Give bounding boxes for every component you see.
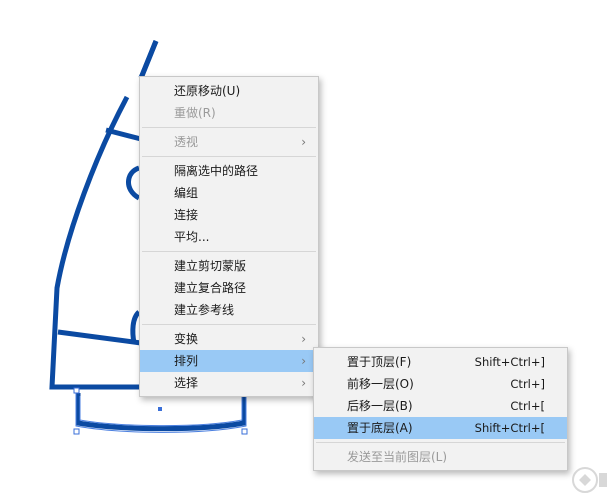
menu-item-make-guides[interactable]: 建立参考线: [140, 299, 318, 321]
menu-item-group[interactable]: 编组: [140, 182, 318, 204]
menu-item-label: 置于顶层(F): [347, 355, 412, 369]
chevron-right-icon: ›: [301, 135, 306, 149]
menu-item-label: 变换: [174, 332, 199, 346]
watermark-logo-icon: [572, 467, 607, 493]
menu-item-label: 后移一层(B): [347, 399, 413, 413]
menu-item-label: 建立复合路径: [174, 281, 247, 295]
menu-item-undo-move[interactable]: 还原移动(U): [140, 80, 318, 102]
menu-item-label: 发送至当前图层(L): [347, 450, 448, 464]
menu-item-label: 建立剪切蒙版: [174, 259, 247, 273]
menu-item-perspective: 透视 ›: [140, 131, 318, 153]
menu-separator: [142, 251, 316, 252]
rocket-band-lower: [57, 329, 142, 346]
menu-item-transform[interactable]: 变换 ›: [140, 328, 318, 350]
center-point: [158, 407, 162, 411]
menu-item-label: 编组: [174, 186, 199, 200]
anchor-point[interactable]: [73, 387, 80, 394]
menu-item-average[interactable]: 平均...: [140, 226, 318, 248]
menu-item-label: 排列: [174, 354, 199, 368]
submenu-item-bring-to-front[interactable]: 置于顶层(F) Shift+Ctrl+]: [314, 351, 567, 373]
menu-item-shortcut: Ctrl+[: [510, 399, 545, 413]
menu-item-label: 前移一层(O): [347, 377, 414, 391]
menu-separator: [142, 127, 316, 128]
menu-item-label: 建立参考线: [174, 303, 235, 317]
menu-item-label: 还原移动(U): [174, 84, 241, 98]
chevron-right-icon: ›: [301, 354, 306, 368]
menu-item-label: 隔离选中的路径: [174, 164, 259, 178]
chevron-right-icon: ›: [301, 332, 306, 346]
menu-item-label: 平均...: [174, 230, 210, 244]
menu-item-label: 选择: [174, 376, 199, 390]
menu-item-label: 连接: [174, 208, 199, 222]
submenu-item-send-to-back[interactable]: 置于底层(A) Shift+Ctrl+[: [314, 417, 567, 439]
rocket-band-top: [138, 40, 159, 79]
anchor-point[interactable]: [73, 428, 80, 435]
menu-separator: [142, 156, 316, 157]
menu-item-shortcut: Shift+Ctrl+[: [474, 421, 545, 435]
arrange-submenu: 置于顶层(F) Shift+Ctrl+] 前移一层(O) Ctrl+] 后移一层…: [313, 347, 568, 471]
submenu-item-send-to-current-layer: 发送至当前图层(L): [314, 446, 567, 468]
anchor-point[interactable]: [241, 428, 248, 435]
chevron-right-icon: ›: [301, 376, 306, 390]
menu-item-select[interactable]: 选择 ›: [140, 372, 318, 394]
rocket-window-arc: [126, 165, 141, 201]
menu-item-make-compound-path[interactable]: 建立复合路径: [140, 277, 318, 299]
context-menu: 还原移动(U) 重做(R) 透视 › 隔离选中的路径 编组 连接 平均... 建…: [139, 76, 319, 397]
menu-item-label: 透视: [174, 135, 199, 149]
menu-item-label: 置于底层(A): [347, 421, 413, 435]
submenu-item-bring-forward[interactable]: 前移一层(O) Ctrl+]: [314, 373, 567, 395]
menu-separator: [316, 442, 565, 443]
menu-item-arrange[interactable]: 排列 ›: [140, 350, 318, 372]
menu-item-make-clipping-mask[interactable]: 建立剪切蒙版: [140, 255, 318, 277]
menu-item-label: 重做(R): [174, 106, 216, 120]
menu-item-shortcut: Shift+Ctrl+]: [474, 355, 545, 369]
menu-item-redo: 重做(R): [140, 102, 318, 124]
menu-separator: [142, 324, 316, 325]
menu-item-shortcut: Ctrl+]: [510, 377, 545, 391]
rocket-band-upper: [105, 127, 142, 142]
menu-item-join[interactable]: 连接: [140, 204, 318, 226]
submenu-item-send-backward[interactable]: 后移一层(B) Ctrl+[: [314, 395, 567, 417]
menu-item-isolate-selected-path[interactable]: 隔离选中的路径: [140, 160, 318, 182]
